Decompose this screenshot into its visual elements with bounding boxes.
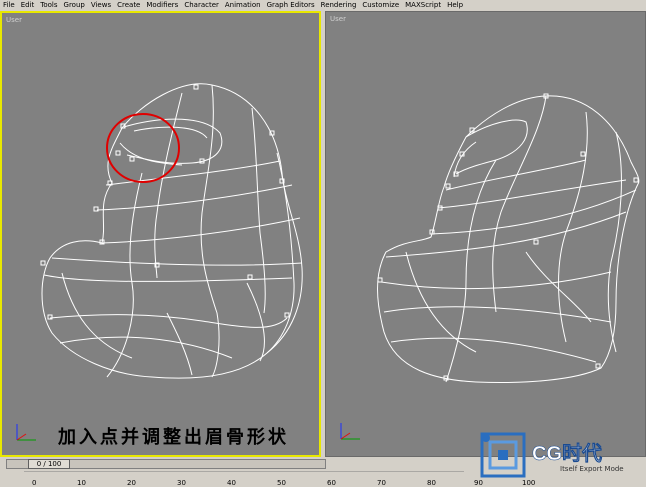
tutorial-caption: 加入点并调整出眉骨形状 — [58, 427, 289, 448]
menu-customize[interactable]: Customize — [359, 0, 402, 10]
menu-modifiers[interactable]: Modifiers — [143, 0, 181, 10]
wireframe-mesh-left — [40, 83, 303, 379]
ruler-tick: 50 — [277, 479, 286, 487]
menu-create[interactable]: Create — [114, 0, 143, 10]
menu-maxscript[interactable]: MAXScript — [402, 0, 444, 10]
logo-text: CG时代 — [532, 442, 602, 465]
wireframe-mesh-right — [377, 93, 640, 383]
menu-group[interactable]: Group — [61, 0, 88, 10]
menu-tools[interactable]: Tools — [37, 0, 60, 10]
ruler-tick: 0 — [32, 479, 37, 487]
ruler-tick: 80 — [427, 479, 436, 487]
status-text: Itself Export Mode — [560, 465, 624, 473]
ruler-tick: 40 — [227, 479, 236, 487]
menu-help[interactable]: Help — [444, 0, 466, 10]
menu-graph-editors[interactable]: Graph Editors — [264, 0, 318, 10]
axis-tripod-icon — [340, 423, 360, 440]
menu-rendering[interactable]: Rendering — [318, 0, 360, 10]
ruler-tick: 20 — [127, 479, 136, 487]
ruler-tick: 60 — [327, 479, 336, 487]
axis-tripod-icon — [16, 424, 36, 441]
menu-file[interactable]: File — [0, 0, 18, 10]
menu-edit[interactable]: Edit — [18, 0, 38, 10]
time-slider-thumb[interactable]: 0 / 100 — [28, 459, 70, 469]
ruler-tick: 70 — [377, 479, 386, 487]
ruler-tick: 10 — [77, 479, 86, 487]
viewport-right[interactable]: User — [325, 11, 646, 457]
menu-views[interactable]: Views — [88, 0, 114, 10]
cg-logo: CG时代 — [480, 432, 602, 478]
menu-bar: File Edit Tools Group Views Create Modif… — [0, 0, 646, 10]
menu-character[interactable]: Character — [181, 0, 222, 10]
viewport-left-active[interactable]: User — [0, 11, 321, 457]
ruler-ticks — [24, 471, 464, 472]
menu-animation[interactable]: Animation — [222, 0, 264, 10]
ruler-tick: 30 — [177, 479, 186, 487]
